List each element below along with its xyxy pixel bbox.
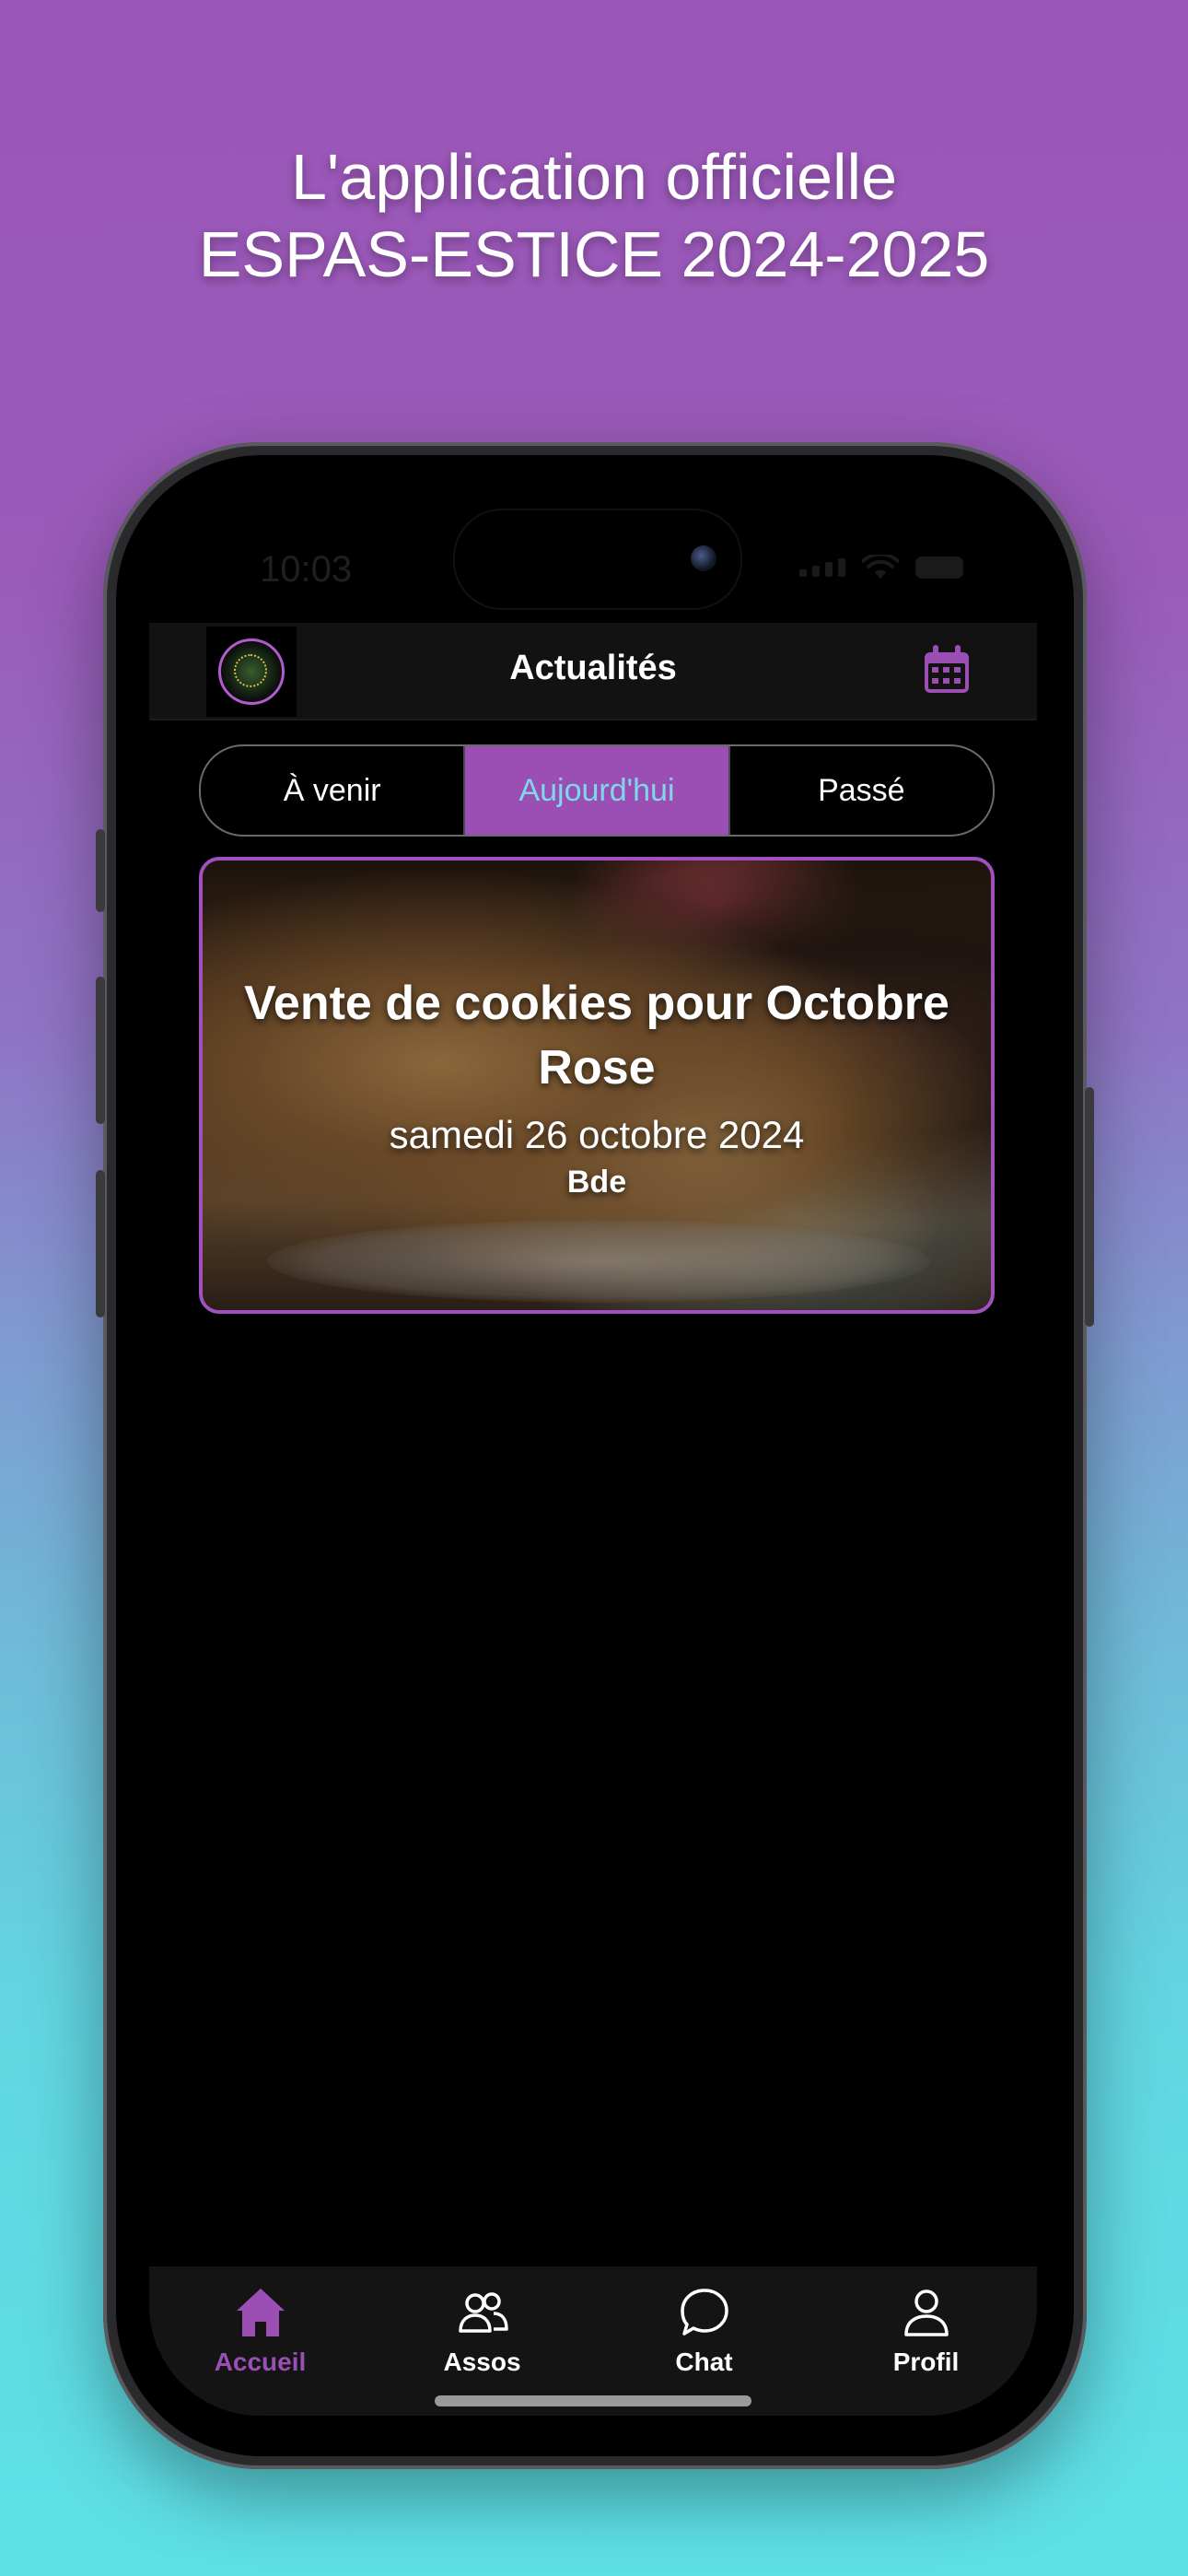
event-card-content: Vente de cookies pour Octobre Rose samed… [203, 861, 991, 1310]
action-button [96, 829, 105, 912]
tab-chat[interactable]: Chat [593, 2266, 815, 2416]
page-title: Actualités [509, 649, 677, 687]
promo-line-2: ESPAS-ESTICE 2024-2025 [198, 218, 990, 290]
user-icon [903, 2289, 949, 2336]
volume-up-button [96, 977, 105, 1124]
tab-profile[interactable]: Profil [815, 2266, 1037, 2416]
date-filter-segmented-control: À venir Aujourd'hui Passé [199, 744, 995, 837]
status-icons [799, 555, 963, 580]
tab-profile-label: Profil [892, 2348, 960, 2376]
power-button [1085, 1087, 1094, 1327]
home-indicator[interactable] [435, 2395, 751, 2406]
chat-bubble-icon [680, 2289, 728, 2336]
bottom-tab-bar: Accueil Assos Chat Profil [149, 2266, 1037, 2416]
status-time: 10:03 [260, 549, 353, 590]
battery-icon [915, 556, 963, 579]
tab-assos-label: Assos [443, 2348, 521, 2376]
event-title: Vente de cookies pour Octobre Rose [244, 976, 949, 1095]
volume-down-button [96, 1170, 105, 1317]
calendar-icon[interactable] [923, 645, 971, 695]
home-icon [236, 2289, 285, 2336]
wifi-icon [862, 555, 899, 579]
tab-assos[interactable]: Assos [371, 2266, 593, 2416]
event-organizer: Bde [566, 1164, 627, 1200]
tab-upcoming[interactable]: À venir [201, 746, 466, 835]
tab-chat-label: Chat [675, 2348, 733, 2376]
phone-frame: 10:03 Actualités À venir Aujourd'hui Pas… [96, 442, 1094, 2469]
dynamic-island [453, 509, 742, 610]
event-date: samedi 26 octobre 2024 [389, 1112, 805, 1156]
phone-screen: 10:03 Actualités À venir Aujourd'hui Pas… [149, 498, 1037, 2416]
tab-past[interactable]: Passé [730, 746, 993, 835]
tab-home-label: Accueil [214, 2348, 307, 2376]
signal-icon [799, 558, 845, 577]
tab-home[interactable]: Accueil [149, 2266, 371, 2416]
tab-today[interactable]: Aujourd'hui [465, 746, 730, 835]
promo-line-1: L'application officielle [290, 141, 898, 213]
users-icon [458, 2292, 508, 2333]
event-card[interactable]: Vente de cookies pour Octobre Rose samed… [199, 857, 995, 1314]
promo-headline: L'application officielle ESPAS-ESTICE 20… [0, 138, 1188, 293]
app-header: Actualités [149, 623, 1037, 720]
camera-icon [691, 545, 716, 571]
